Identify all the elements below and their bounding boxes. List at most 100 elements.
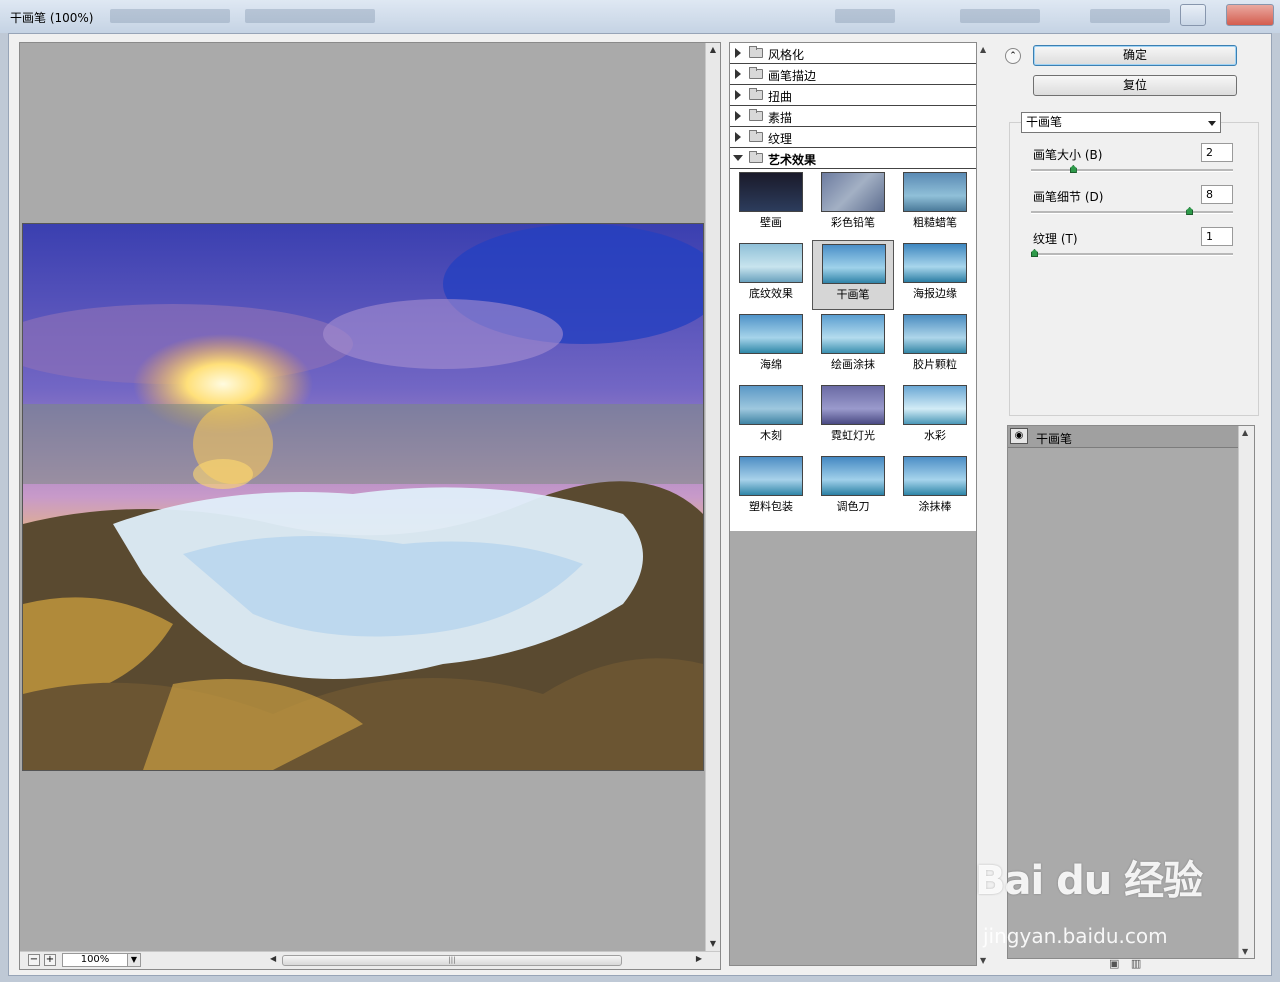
zoom-out-button[interactable]: − [28,954,40,966]
title-bar: 干画笔 (100%) [0,0,1280,33]
faded-toolbar-strip [960,9,1040,23]
expand-triangle-icon[interactable] [735,132,741,142]
preview-pane: ▲ ▼ − + 100% ▼ ◀ ||| ▶ [19,42,721,970]
expand-triangle-icon[interactable] [735,69,741,79]
zoom-in-button[interactable]: + [44,954,56,966]
effect-tile[interactable]: 胶片颗粒 [894,311,976,381]
expand-triangle-icon[interactable] [735,48,741,58]
effect-tile[interactable]: 塑料包装 [730,453,812,523]
effect-label: 干画笔 [836,288,870,301]
brush-size-slider[interactable] [1031,165,1233,173]
effect-thumbnail-grid: 壁画 彩色铅笔 粗糙蜡笔 底纹效果 干画笔 海报边缘 海绵 绘画涂抹 胶片颗粒 … [730,169,976,513]
watermark: Bai du 经验 jingyan.baidu.com [975,848,1203,948]
chevron-down-icon [1208,121,1216,126]
brush-detail-field[interactable]: 8 [1201,185,1233,204]
effect-label: 绘画涂抹 [831,358,875,371]
effect-thumbnail [739,385,803,425]
effect-tile[interactable]: 粗糙蜡笔 [894,169,976,239]
watermark-url: jingyan.baidu.com [983,924,1168,948]
effect-tile[interactable]: 底纹效果 [730,240,812,310]
category-distort[interactable]: 扭曲 [730,85,976,106]
filter-category-panel: 风格化 画笔描边 扭曲 素描 纹理 艺术效果 壁画 彩色铅笔 粗糙蜡笔 底纹效果… [729,42,993,967]
scroll-down-arrow-icon[interactable]: ▼ [980,956,986,965]
brush-detail-slider[interactable] [1031,207,1233,215]
effect-label: 涂抹棒 [918,500,952,513]
effect-tile[interactable]: 水彩 [894,382,976,452]
effect-tile[interactable]: 绘画涂抹 [812,311,894,381]
category-stylize[interactable]: 风格化 [730,43,976,64]
category-texture[interactable]: 纹理 [730,127,976,148]
scroll-up-arrow-icon[interactable]: ▲ [708,45,718,55]
reset-button[interactable]: 复位 [1033,75,1237,96]
filter-gallery-dialog: ▲ ▼ − + 100% ▼ ◀ ||| ▶ 风格化 画笔描边 扭曲 素描 纹理… [8,33,1272,976]
effect-thumbnail [903,172,967,212]
category-brush-strokes[interactable]: 画笔描边 [730,64,976,85]
effect-thumbnail [739,456,803,496]
category-label: 画笔描边 [768,69,817,83]
category-artistic[interactable]: 艺术效果 [730,148,976,169]
trash-icon[interactable]: ▥ [1131,957,1141,970]
brush-size-field[interactable]: 2 [1201,143,1233,162]
effect-tile[interactable]: 彩色铅笔 [812,169,894,239]
artwork-seascape [23,224,703,770]
close-button[interactable] [1226,4,1274,26]
scroll-right-arrow-icon[interactable]: ▶ [696,954,702,963]
effect-label: 水彩 [924,429,946,442]
effect-label: 壁画 [760,216,782,229]
effect-thumbnail [739,172,803,212]
effect-tile[interactable]: 海绵 [730,311,812,381]
scroll-left-arrow-icon[interactable]: ◀ [270,954,276,963]
filter-select[interactable]: 干画笔 [1021,112,1221,133]
ok-button[interactable]: 确定 [1033,45,1237,66]
effect-tile[interactable]: 壁画 [730,169,812,239]
scroll-down-arrow-icon[interactable]: ▼ [708,939,718,949]
minimize-button[interactable] [1180,4,1206,26]
effect-tile-selected[interactable]: 干画笔 [812,240,894,310]
effect-label: 海报边缘 [913,287,957,300]
category-sketch[interactable]: 素描 [730,106,976,127]
collapse-triangle-icon[interactable] [733,155,743,161]
effect-tile[interactable]: 木刻 [730,382,812,452]
expand-triangle-icon[interactable] [735,111,741,121]
texture-field[interactable]: 1 [1201,227,1233,246]
double-chevron-up-icon[interactable]: ⌃ [1005,48,1021,64]
watermark-brand: Bai du 经验 [975,858,1203,904]
effect-thumbnail [739,243,803,283]
filter-panel-scrollbar[interactable]: ▲ ▼ [978,43,993,967]
category-label: 扭曲 [768,90,793,104]
faded-toolbar-strip [110,9,230,23]
texture-slider[interactable] [1031,249,1233,257]
layer-tools: ▣ ▥ [1109,957,1149,970]
effect-tile[interactable]: 调色刀 [812,453,894,523]
effect-label: 底纹效果 [749,287,793,300]
preview-vertical-scrollbar[interactable]: ▲ ▼ [705,43,720,951]
effect-tile[interactable]: 海报边缘 [894,240,976,310]
effect-tile[interactable]: 涂抹棒 [894,453,976,523]
preview-image[interactable] [22,223,704,771]
scroll-up-arrow-icon[interactable]: ▲ [980,45,986,54]
effect-thumbnail [739,314,803,354]
preview-horizontal-scrollbar[interactable]: ◀ ||| ▶ [270,954,702,967]
preview-status-bar: − + 100% ▼ ◀ ||| ▶ [20,951,720,969]
scroll-thumb[interactable]: ||| [282,955,622,966]
effect-tile[interactable]: 霓虹灯光 [812,382,894,452]
faded-toolbar-strip [835,9,895,23]
layers-scrollbar[interactable]: ▲ ▼ [1238,426,1254,958]
zoom-dropdown-icon[interactable]: ▼ [127,953,141,967]
effect-thumbnail [903,243,967,283]
brush-detail-label: 画笔细节 (D) [1033,190,1104,204]
folder-icon [749,67,763,79]
scroll-up-arrow-icon[interactable]: ▲ [1242,428,1248,437]
effect-label: 塑料包装 [749,500,793,513]
new-effect-layer-icon[interactable]: ▣ [1109,957,1119,970]
parameters-group [1009,122,1259,416]
zoom-level-field[interactable]: 100% [62,953,128,967]
expand-triangle-icon[interactable] [735,90,741,100]
scroll-down-arrow-icon[interactable]: ▼ [1242,947,1248,956]
folder-icon [749,130,763,142]
folder-icon [749,88,763,100]
effect-thumbnail [903,456,967,496]
faded-toolbar-strip [1090,9,1170,23]
effect-layer-row[interactable]: ◉ 干画笔 [1008,426,1238,448]
eye-icon[interactable]: ◉ [1010,428,1028,444]
